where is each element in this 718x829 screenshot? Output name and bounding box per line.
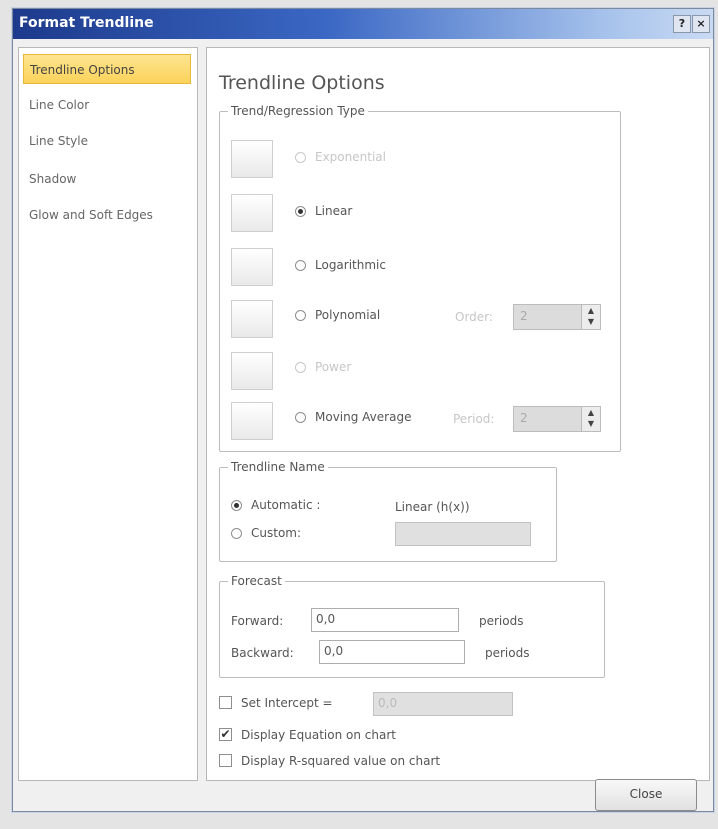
custom-name-label: Custom: xyxy=(251,526,302,540)
power-radio[interactable] xyxy=(295,362,306,373)
backward-unit: periods xyxy=(485,646,530,660)
order-stepper[interactable]: 2 ▲ ▼ xyxy=(513,304,601,330)
format-trendline-dialog: Format Trendline ? × Trendline Options L… xyxy=(12,8,714,812)
close-button[interactable]: Close xyxy=(595,779,697,811)
linear-radio[interactable] xyxy=(295,206,306,217)
forward-label: Forward: xyxy=(231,614,284,628)
order-label: Order: xyxy=(455,310,493,324)
custom-name-input[interactable] xyxy=(395,522,531,546)
display-equation-checkbox[interactable]: ✔ xyxy=(219,728,232,741)
period-label: Period: xyxy=(453,412,495,426)
moving-average-thumbnail-icon xyxy=(231,402,273,440)
dialog-title: Format Trendline xyxy=(19,15,154,31)
regression-type-legend: Trend/Regression Type xyxy=(231,104,365,118)
polynomial-thumbnail-icon xyxy=(231,300,273,338)
display-r-squared-label: Display R-squared value on chart xyxy=(241,754,441,768)
set-intercept-input[interactable]: 0,0 xyxy=(373,692,513,716)
nav-item-line-color[interactable]: Line Color xyxy=(23,90,191,120)
moving-average-radio[interactable] xyxy=(295,412,306,423)
nav-item-line-style[interactable]: Line Style xyxy=(23,126,191,156)
logarithmic-thumbnail-icon xyxy=(231,248,273,286)
automatic-name-label: Automatic : xyxy=(251,498,321,512)
power-label: Power xyxy=(315,360,352,374)
title-bar[interactable]: Format Trendline ? × xyxy=(13,9,713,39)
automatic-name-radio[interactable] xyxy=(231,500,242,511)
set-intercept-checkbox[interactable] xyxy=(219,696,232,709)
exponential-radio[interactable] xyxy=(295,152,306,163)
section-heading: Trendline Options xyxy=(219,72,385,94)
automatic-name-value: Linear (h(x)) xyxy=(395,500,470,514)
set-intercept-label: Set Intercept = xyxy=(241,696,333,710)
exponential-label: Exponential xyxy=(315,150,386,164)
period-value: 2 xyxy=(520,411,528,425)
nav-item-shadow[interactable]: Shadow xyxy=(23,164,191,194)
moving-average-label: Moving Average xyxy=(315,410,412,424)
forecast-legend: Forecast xyxy=(231,574,282,588)
options-panel: Trendline Options Trend/Regression Type … xyxy=(206,47,710,781)
backward-label: Backward: xyxy=(231,646,294,660)
logarithmic-label: Logarithmic xyxy=(315,258,386,272)
custom-name-radio[interactable] xyxy=(231,528,242,539)
nav-item-trendline-options[interactable]: Trendline Options xyxy=(23,54,191,84)
help-button[interactable]: ? xyxy=(673,15,691,33)
display-equation-label: Display Equation on chart xyxy=(241,728,396,742)
period-spin-arrows-icon[interactable]: ▲ ▼ xyxy=(581,407,600,431)
category-list: Trendline Options Line Color Line Style … xyxy=(18,47,198,781)
trendline-name-legend: Trendline Name xyxy=(231,460,325,474)
display-r-squared-checkbox[interactable] xyxy=(219,754,232,767)
order-value: 2 xyxy=(520,309,528,323)
close-icon[interactable]: × xyxy=(692,15,710,33)
linear-thumbnail-icon xyxy=(231,194,273,232)
forward-unit: periods xyxy=(479,614,524,628)
order-spin-arrows-icon[interactable]: ▲ ▼ xyxy=(581,305,600,329)
forward-input[interactable]: 0,0 xyxy=(311,608,459,632)
nav-item-glow-soft-edges[interactable]: Glow and Soft Edges xyxy=(23,200,191,230)
power-thumbnail-icon xyxy=(231,352,273,390)
logarithmic-radio[interactable] xyxy=(295,260,306,271)
backward-input[interactable]: 0,0 xyxy=(319,640,465,664)
polynomial-radio[interactable] xyxy=(295,310,306,321)
exponential-thumbnail-icon xyxy=(231,140,273,178)
linear-label: Linear xyxy=(315,204,353,218)
period-stepper[interactable]: 2 ▲ ▼ xyxy=(513,406,601,432)
regression-type-group: Trend/Regression Type xyxy=(219,104,621,452)
polynomial-label: Polynomial xyxy=(315,308,381,322)
